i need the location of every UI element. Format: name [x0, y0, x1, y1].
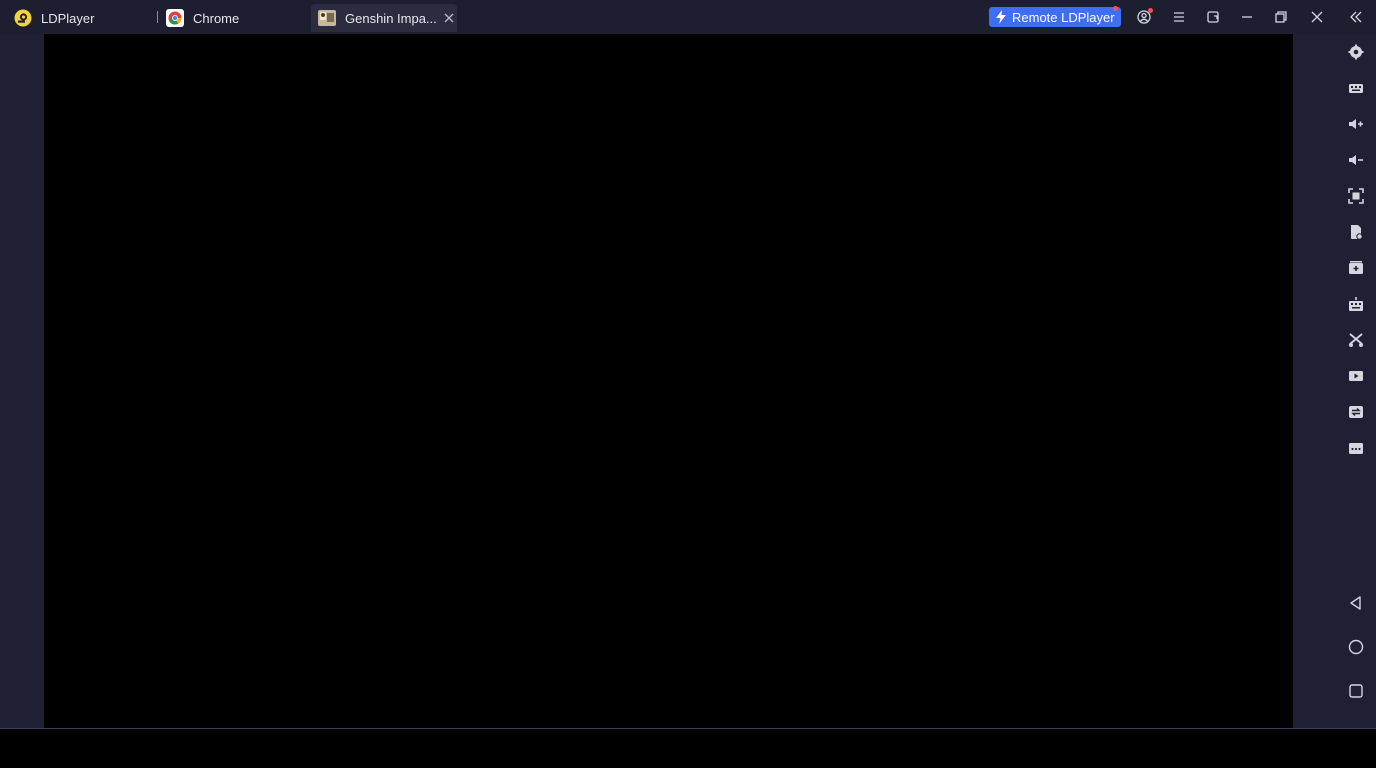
back-icon[interactable]: [1338, 588, 1374, 618]
volume-down-icon[interactable]: [1338, 145, 1374, 175]
mini-window-icon[interactable]: [1203, 7, 1223, 27]
virtual-keyboard-icon[interactable]: [1338, 289, 1374, 319]
settings-icon[interactable]: [1338, 37, 1374, 67]
close-icon[interactable]: [1307, 7, 1327, 27]
tab-genshin-impact[interactable]: Genshin Impa...: [311, 4, 457, 32]
more-icon[interactable]: [1338, 433, 1374, 463]
notification-dot: [1113, 6, 1118, 11]
ldplayer-window: LDPlayer Chrome Genshin Impa... Remote L…: [0, 0, 1376, 729]
remote-ldplayer-label: Remote LDPlayer: [1012, 9, 1115, 25]
chrome-icon: [166, 9, 184, 27]
keyboard-mapping-icon[interactable]: [1338, 73, 1374, 103]
tab-chrome[interactable]: Chrome: [166, 4, 306, 32]
sync-icon[interactable]: [1338, 397, 1374, 427]
record-video-icon[interactable]: [1338, 361, 1374, 391]
tab-ldplayer-home[interactable]: LDPlayer: [14, 4, 154, 32]
tab-separator: [157, 11, 158, 23]
tab-label: LDPlayer: [41, 10, 95, 26]
ldplayer-logo-icon: [14, 9, 32, 27]
restore-icon[interactable]: [1271, 7, 1291, 27]
tab-label: Chrome: [193, 10, 240, 26]
add-app-icon[interactable]: [1338, 253, 1374, 283]
right-toolbar: [1338, 34, 1374, 728]
home-icon[interactable]: [1338, 632, 1374, 662]
window-bottom-border: [0, 728, 1376, 729]
volume-up-icon[interactable]: [1338, 109, 1374, 139]
recent-apps-icon[interactable]: [1338, 676, 1374, 706]
title-bar: LDPlayer Chrome Genshin Impa... Remote L…: [0, 0, 1376, 34]
lightning-icon: [994, 9, 1008, 25]
notification-dot: [1148, 8, 1153, 13]
install-apk-icon[interactable]: [1338, 217, 1374, 247]
tab-close-icon[interactable]: [441, 10, 457, 26]
user-account-icon[interactable]: [1134, 7, 1154, 27]
scissors-icon[interactable]: [1338, 325, 1374, 355]
genshin-impact-icon: [318, 9, 336, 27]
menu-icon[interactable]: [1169, 7, 1189, 27]
tab-label: Genshin Impa...: [345, 10, 437, 26]
fullscreen-icon[interactable]: [1338, 181, 1374, 211]
minimize-icon[interactable]: [1237, 7, 1257, 27]
remote-ldplayer-button[interactable]: Remote LDPlayer: [989, 6, 1121, 27]
emulator-screen[interactable]: [44, 34, 1293, 728]
collapse-sidebar-icon[interactable]: [1346, 7, 1366, 27]
